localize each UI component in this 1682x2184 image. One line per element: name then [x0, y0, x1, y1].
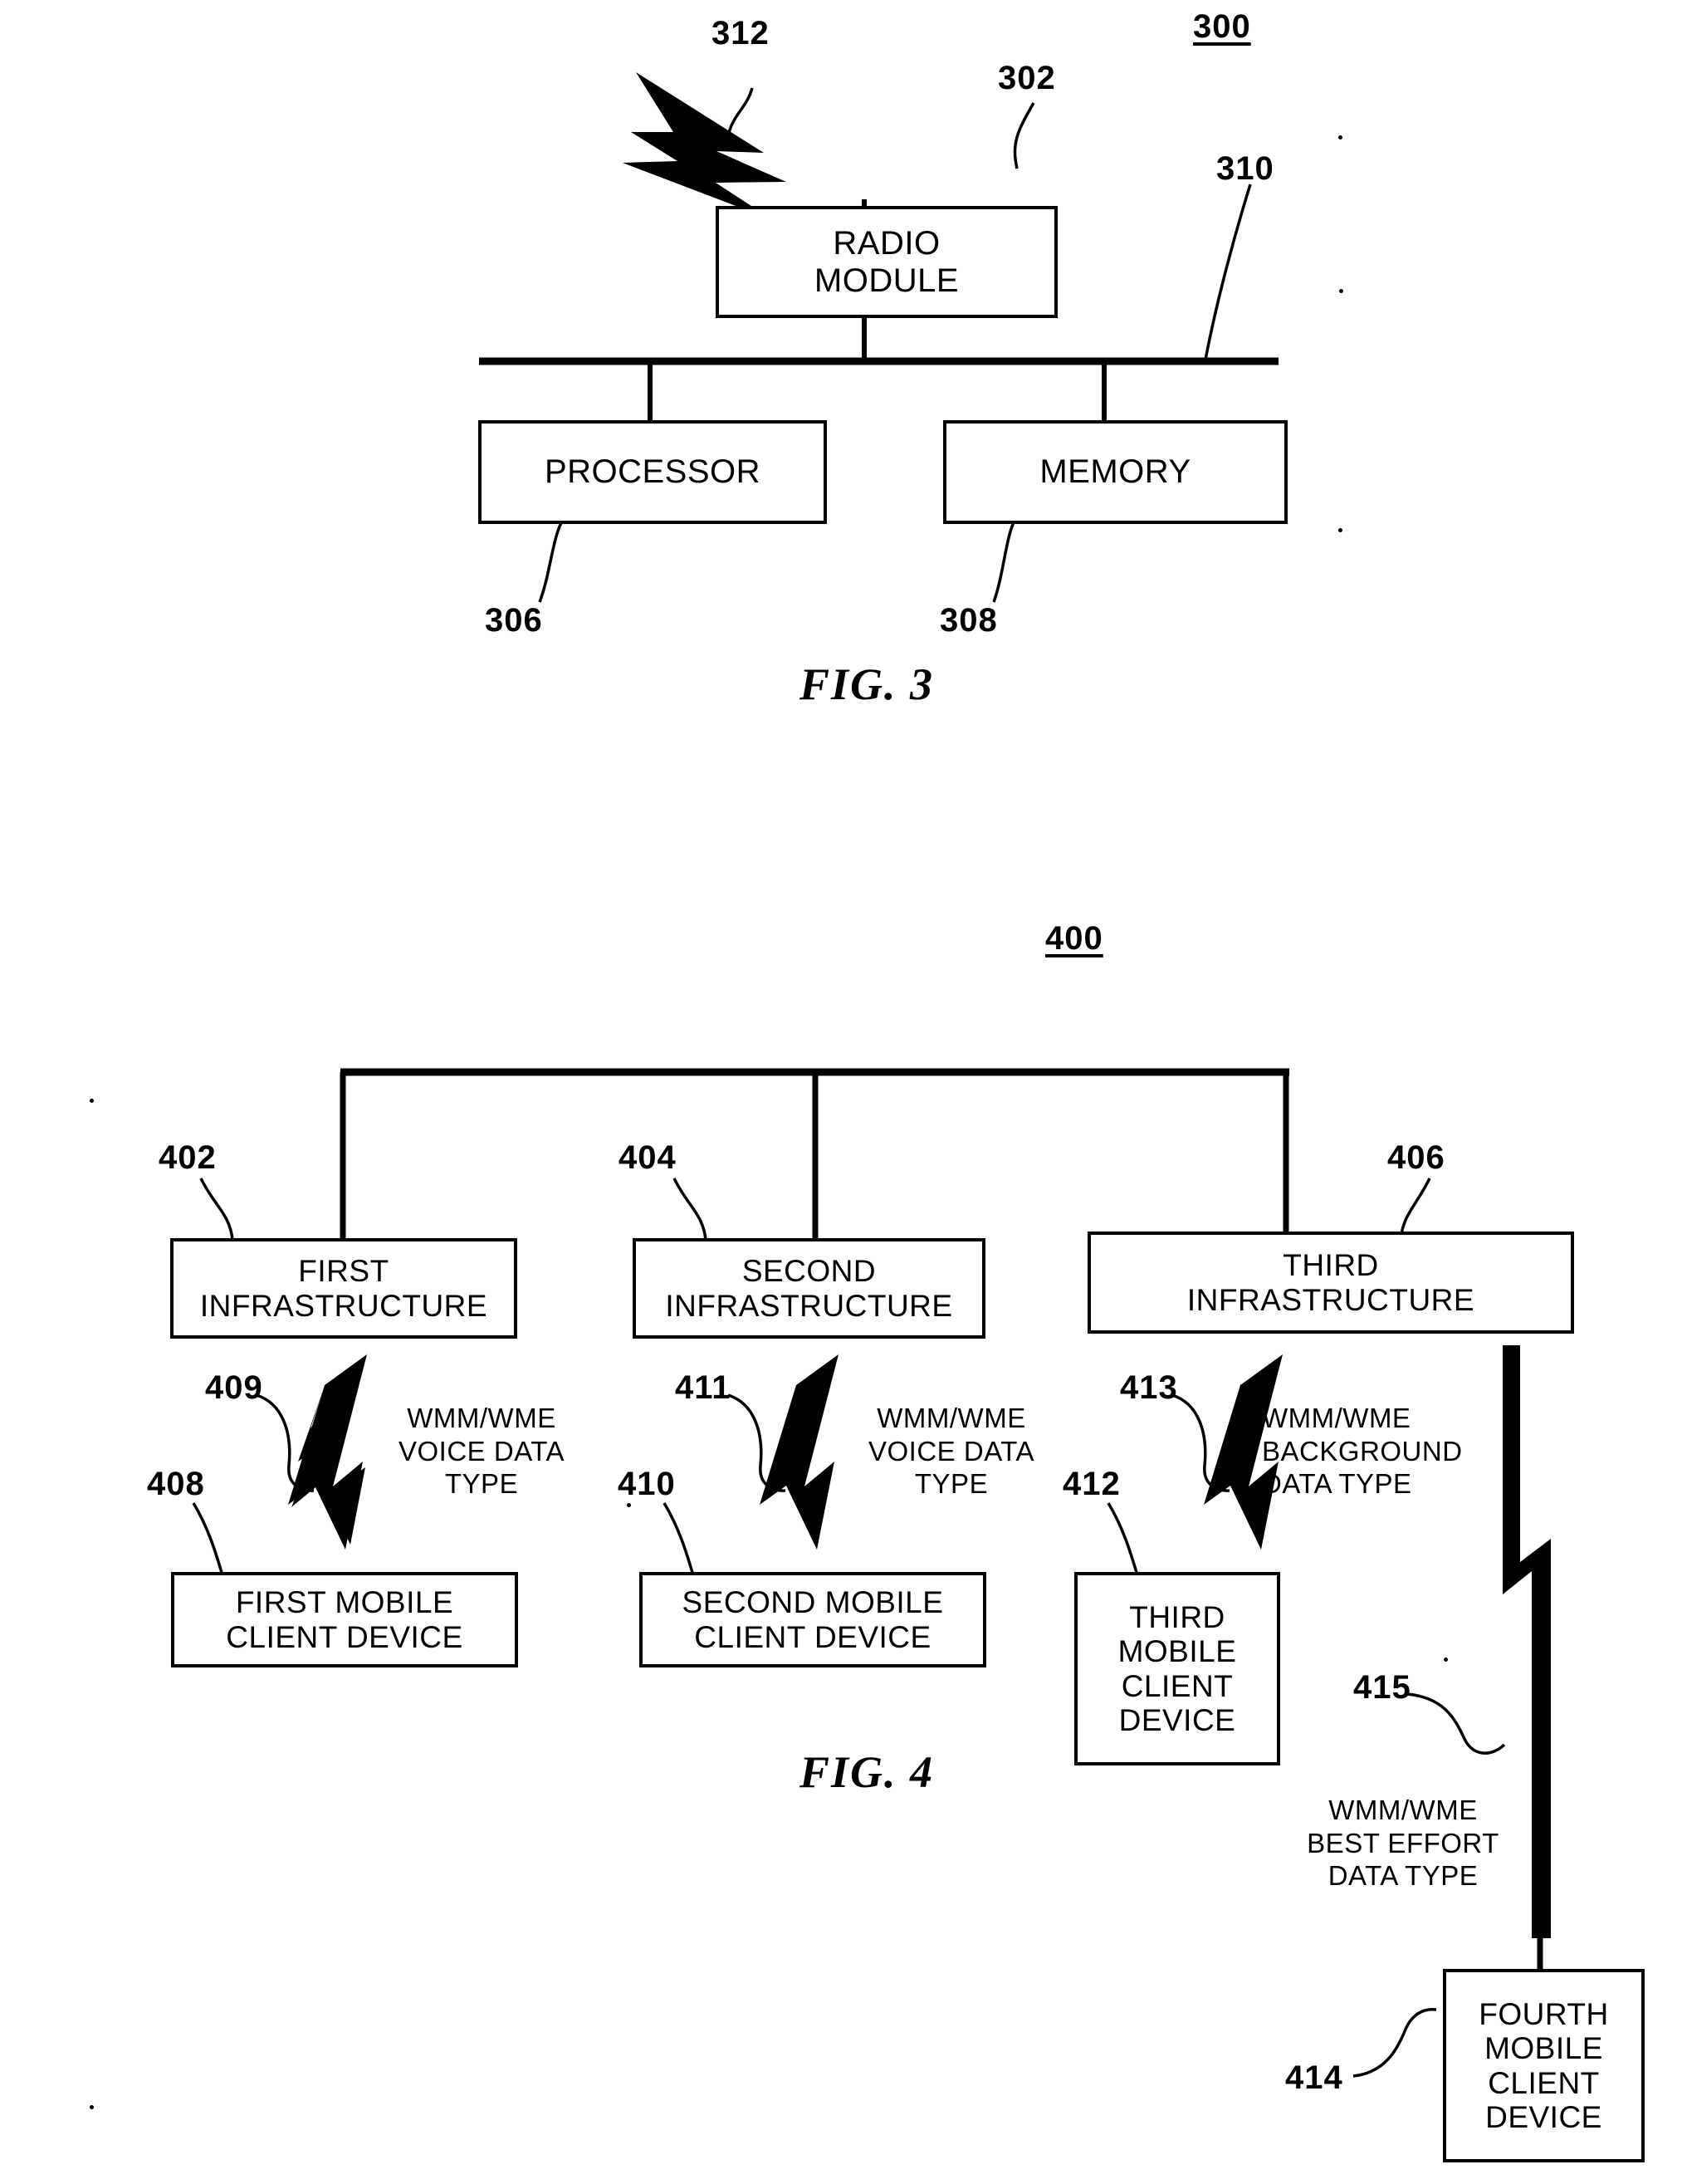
leader-line-411: [727, 1393, 786, 1492]
ref-409: 409: [205, 1369, 263, 1406]
ref-402: 402: [159, 1139, 217, 1176]
ref-406: 406: [1387, 1139, 1445, 1176]
ref-408: 408: [147, 1466, 205, 1502]
leader-line-410: [663, 1502, 695, 1576]
second-infrastructure-box[interactable]: SECOND INFRASTRUCTURE: [633, 1238, 990, 1344]
leader-line-412: [1107, 1502, 1139, 1576]
radio-module-box[interactable]: RADIO MODULE: [716, 206, 1063, 323]
ref-414: 414: [1285, 2059, 1343, 2096]
leader-line-406: [1399, 1178, 1431, 1241]
ref-300: 300: [1193, 8, 1251, 45]
third-mobile-client-device-box[interactable]: THIRD MOBILE CLIENT DEVICE: [1074, 1572, 1285, 1770]
ref-404: 404: [619, 1139, 677, 1176]
processor-box[interactable]: PROCESSOR: [478, 420, 832, 529]
leader-line-312: [726, 87, 754, 149]
page-speck: [627, 1503, 631, 1507]
page-speck: [1338, 135, 1342, 140]
link-411-annotation: WMM/WME VOICE DATA TYPE: [868, 1403, 1034, 1500]
processor-label: PROCESSOR: [544, 453, 761, 491]
second-mobile-client-device-box[interactable]: SECOND MOBILE CLIENT DEVICE: [639, 1572, 991, 1672]
leader-line-409: [256, 1393, 315, 1492]
page-speck: [1338, 528, 1342, 532]
ref-415: 415: [1353, 1669, 1411, 1706]
first-infrastructure-label: FIRST INFRASTRUCTURE: [199, 1254, 488, 1323]
page-speck: [90, 1099, 94, 1103]
third-mobile-client-device-label: THIRD MOBILE CLIENT DEVICE: [1117, 1599, 1237, 1737]
ref-308: 308: [940, 602, 998, 639]
memory-label: MEMORY: [1039, 453, 1191, 491]
memory-box[interactable]: MEMORY: [943, 420, 1293, 529]
leader-line-414: [1352, 2007, 1437, 2078]
link-413-annotation: WMM/WME BACKGROUND DATA TYPE: [1262, 1403, 1463, 1500]
leader-line-306: [538, 512, 569, 603]
ref-312: 312: [711, 15, 770, 51]
page-speck: [1339, 289, 1343, 293]
leader-line-404: [672, 1178, 707, 1241]
lightning-bolt-312-icon: [623, 72, 786, 220]
ref-412: 412: [1063, 1466, 1121, 1502]
second-infrastructure-label: SECOND INFRASTRUCTURE: [665, 1254, 953, 1323]
ref-410: 410: [618, 1466, 676, 1502]
second-mobile-client-device-label: SECOND MOBILE CLIENT DEVICE: [682, 1585, 944, 1654]
leader-line-408: [192, 1502, 224, 1576]
fourth-mobile-client-device-box[interactable]: FOURTH MOBILE CLIENT DEVICE: [1443, 1969, 1650, 2167]
leader-line-302: [1013, 102, 1035, 169]
figure-4-caption: FIG. 4: [799, 1747, 935, 1797]
ref-310: 310: [1216, 150, 1274, 187]
patent-drawing-sheet: RADIO MODULE PROCESSOR MEMORY 300 312 30…: [0, 0, 1682, 2184]
page-speck: [1444, 1658, 1448, 1662]
lightning-bolt-409-icon: [291, 1356, 365, 1545]
ref-302: 302: [998, 60, 1056, 96]
leader-line-308: [992, 512, 1020, 603]
lightning-bolt-409-body: [288, 1354, 367, 1550]
leader-line-415: [1406, 1692, 1506, 1755]
lightning-bolt-415-icon: [1503, 1345, 1551, 1938]
ref-411: 411: [675, 1369, 731, 1406]
first-mobile-client-device-label: FIRST MOBILE CLIENT DEVICE: [226, 1585, 463, 1654]
third-infrastructure-box[interactable]: THIRD INFRASTRUCTURE: [1088, 1232, 1579, 1339]
first-mobile-client-device-box[interactable]: FIRST MOBILE CLIENT DEVICE: [171, 1572, 523, 1672]
leader-line-310: [1204, 184, 1252, 360]
ref-413: 413: [1120, 1369, 1178, 1406]
link-409-annotation: WMM/WME VOICE DATA TYPE: [398, 1403, 565, 1500]
lightning-bolt-411-icon: [760, 1354, 839, 1550]
leader-line-402: [199, 1178, 234, 1241]
radio-module-label: RADIO MODULE: [814, 224, 960, 299]
figure-3-caption: FIG. 3: [799, 659, 935, 709]
ref-306: 306: [485, 602, 543, 639]
third-infrastructure-label: THIRD INFRASTRUCTURE: [1186, 1248, 1475, 1317]
fourth-mobile-client-device-label: FOURTH MOBILE CLIENT DEVICE: [1479, 1996, 1609, 2134]
leader-line-413: [1171, 1393, 1230, 1492]
first-infrastructure-box[interactable]: FIRST INFRASTRUCTURE: [170, 1238, 522, 1344]
ref-400: 400: [1045, 920, 1103, 957]
page-speck: [90, 2105, 94, 2109]
link-415-annotation: WMM/WME BEST EFFORT DATA TYPE: [1307, 1795, 1499, 1892]
